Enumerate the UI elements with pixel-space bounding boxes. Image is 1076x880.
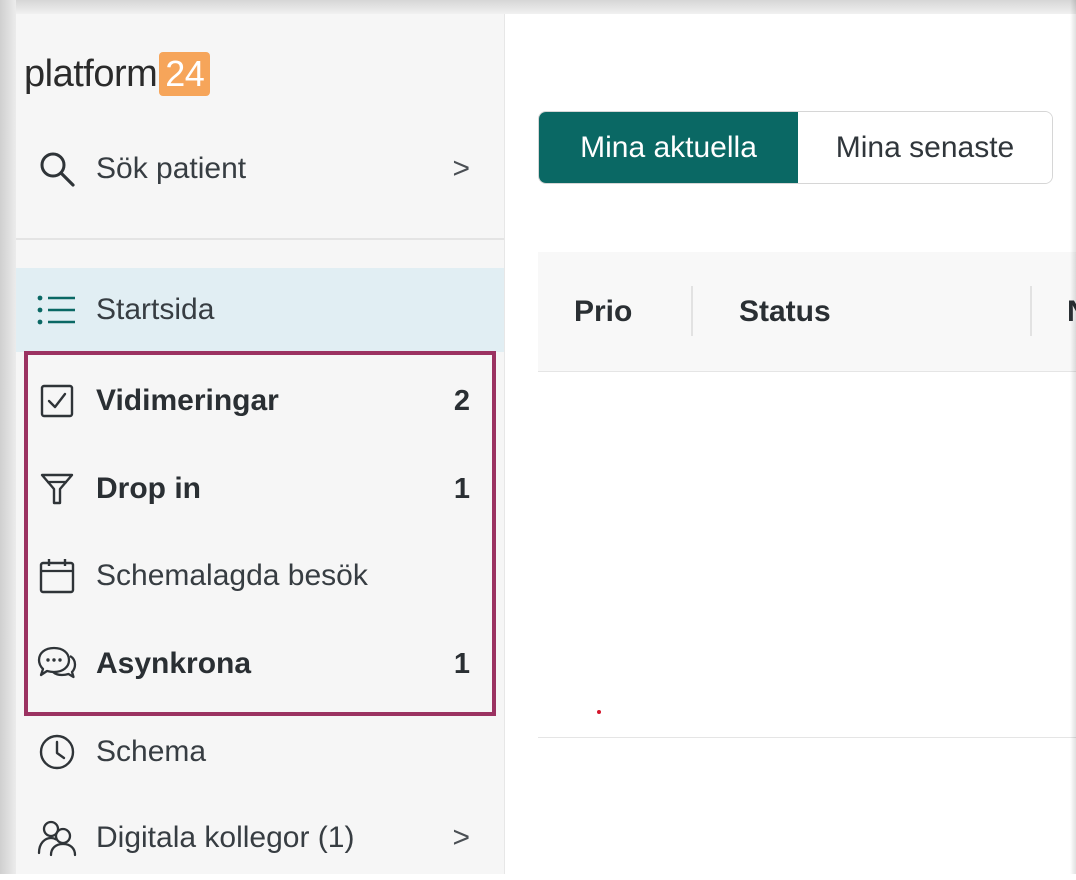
- highlight-annotation-box: [24, 351, 496, 716]
- sidebar-item-label: Digitala kollegor (1): [96, 821, 355, 854]
- column-header-status[interactable]: Status: [739, 252, 831, 371]
- cursor-dot: [597, 710, 601, 714]
- column-header-prio[interactable]: Prio: [574, 252, 632, 371]
- sidebar-item-label: Schema: [96, 735, 207, 768]
- window-frame-top: [0, 0, 1076, 14]
- tab-group: Mina aktuella Mina senaste: [538, 111, 1053, 184]
- column-divider: [691, 286, 693, 336]
- window-shadow-right: [1070, 0, 1076, 874]
- table-header: Prio Status N: [538, 252, 1076, 372]
- column-divider: [1030, 286, 1032, 336]
- chevron-right-icon: >: [452, 821, 470, 854]
- sidebar-divider: [16, 238, 504, 240]
- sidebar: platform 24 Sök patient > Startsida Vidi…: [16, 14, 505, 874]
- tab-mina-senaste[interactable]: Mina senaste: [798, 112, 1052, 183]
- sidebar-item-digitala-kollegor[interactable]: Digitala kollegor (1) >: [16, 796, 504, 880]
- search-icon: [36, 148, 78, 190]
- users-icon: [36, 817, 78, 859]
- clock-icon: [36, 731, 78, 773]
- table-bottom-border: [538, 737, 1076, 738]
- search-patient-label: Sök patient: [96, 152, 247, 185]
- logo-text: platform: [24, 52, 158, 95]
- window-frame-left: [0, 0, 16, 874]
- logo-badge: 24: [159, 52, 211, 96]
- sidebar-item-startsida[interactable]: Startsida: [16, 268, 504, 352]
- search-patient-item[interactable]: Sök patient >: [16, 134, 504, 204]
- sidebar-item-schema[interactable]: Schema: [16, 710, 504, 794]
- logo: platform 24: [24, 48, 211, 100]
- tab-mina-aktuella[interactable]: Mina aktuella: [539, 112, 798, 183]
- sidebar-item-label: Startsida: [96, 293, 215, 326]
- list-icon: [36, 289, 78, 331]
- chevron-right-icon: >: [452, 152, 470, 185]
- patient-table: Prio Status N: [538, 252, 1076, 738]
